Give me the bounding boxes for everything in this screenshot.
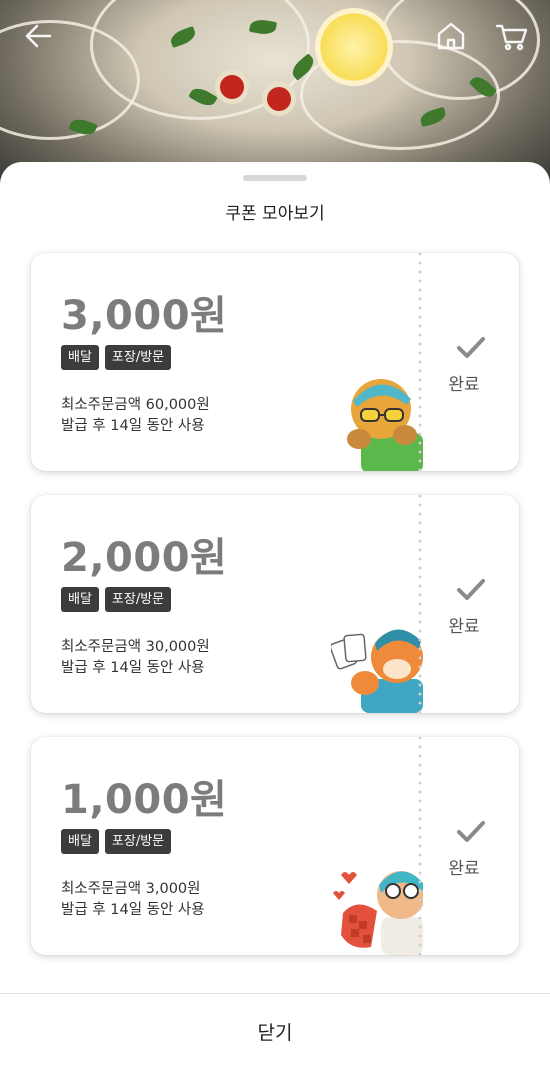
status-label: 완료 [448,617,480,637]
coupon-tags: 배달 포장/방문 [61,587,172,612]
coupon-amount: 2,000원 [61,535,228,581]
tag-pickup: 포장/방문 [104,345,172,370]
coupon-conditions: 최소주문금액 30,000원 발급 후 14일 동안 사용 [61,637,210,679]
validity-text: 발급 후 14일 동안 사용 [61,660,205,676]
bottom-bar: 닫기 [0,993,550,1067]
drag-handle[interactable] [243,175,307,181]
tag-pickup: 포장/방문 [104,587,172,612]
coupon-status: 완료 [424,495,519,713]
home-icon[interactable] [433,18,469,54]
ticket-perforation [416,495,424,713]
coupon-conditions: 최소주문금액 60,000원 발급 후 14일 동안 사용 [61,395,210,437]
cart-icon[interactable] [494,18,530,54]
coupon-status: 완료 [424,737,519,955]
coupon-tags: 배달 포장/방문 [61,345,172,370]
validity-text: 발급 후 14일 동안 사용 [61,902,205,918]
character-illustration [329,613,423,713]
tag-pickup: 포장/방문 [104,829,172,854]
check-icon [456,335,486,361]
min-order-text: 최소주문금액 60,000원 [61,397,210,413]
back-arrow-icon[interactable] [20,18,56,54]
coupon-amount: 3,000원 [61,293,228,339]
close-button[interactable]: 닫기 [0,994,550,1067]
coupon-card[interactable]: 1,000원 배달 포장/방문 최소주문금액 3,000원 발급 후 14일 동… [31,737,519,955]
tag-delivery: 배달 [61,345,99,370]
coupon-card[interactable]: 2,000원 배달 포장/방문 최소주문금액 30,000원 발급 후 14일 … [31,495,519,713]
character-illustration [331,371,423,471]
coupon-amount: 1,000원 [61,777,228,823]
coupon-status: 완료 [424,253,519,471]
min-order-text: 최소주문금액 30,000원 [61,639,210,655]
coupon-sheet: 쿠폰 모아보기 3,000원 배달 포장/방문 최소주문금액 60,000원 발… [0,162,550,1067]
status-label: 완료 [448,859,480,879]
ticket-perforation [416,737,424,955]
tag-delivery: 배달 [61,829,99,854]
sheet-title: 쿠폰 모아보기 [225,204,325,224]
ticket-perforation [416,253,424,471]
coupon-conditions: 최소주문금액 3,000원 발급 후 14일 동안 사용 [61,879,205,921]
top-bar [0,18,550,54]
status-label: 완료 [448,375,480,395]
check-icon [456,819,486,845]
check-icon [456,577,486,603]
min-order-text: 최소주문금액 3,000원 [61,881,201,897]
tag-delivery: 배달 [61,587,99,612]
validity-text: 발급 후 14일 동안 사용 [61,418,205,434]
coupon-card[interactable]: 3,000원 배달 포장/방문 최소주문금액 60,000원 발급 후 14일 … [31,253,519,471]
character-illustration [331,855,425,955]
coupon-tags: 배달 포장/방문 [61,829,172,854]
